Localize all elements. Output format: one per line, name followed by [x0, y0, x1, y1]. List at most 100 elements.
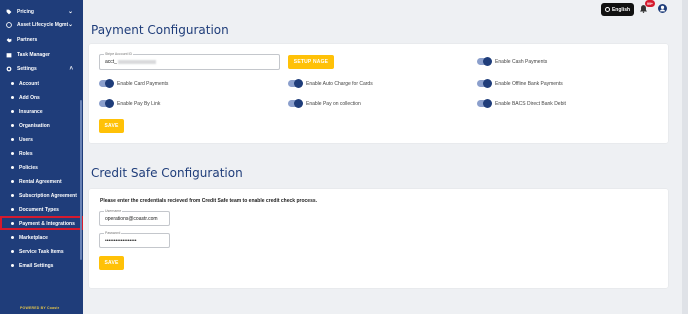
sidebar-item-users[interactable]: Users	[0, 133, 83, 146]
sidebar-item-email-settings[interactable]: Email Settings	[0, 259, 83, 272]
bullet-icon	[11, 152, 14, 155]
sidebar-item-label: Settings	[17, 65, 37, 72]
active-item-highlight	[0, 216, 83, 230]
tag-icon	[6, 9, 12, 14]
toggle-auto-charge-cards[interactable]: Enable Auto Charge for Cards	[288, 79, 373, 88]
sidebar-scrollbar[interactable]	[80, 100, 82, 260]
sidebar-item-settings[interactable]: Settings ˄	[0, 62, 83, 75]
toggle-switch[interactable]	[99, 99, 114, 108]
sidebar-item-label: Organisation	[19, 122, 50, 129]
sidebar-item-document-types[interactable]: Document Types	[0, 203, 83, 216]
sidebar-item-policies[interactable]: Policies	[0, 161, 83, 174]
credit-safe-card: Please enter the credentials recieved fr…	[89, 189, 668, 288]
bullet-icon	[11, 82, 14, 85]
sidebar-item-label: Task Manager	[17, 51, 50, 58]
username-field[interactable]: Username operations@coastr.com	[99, 209, 170, 226]
sidebar-item-account[interactable]: Account	[0, 77, 83, 90]
user-account-icon[interactable]	[658, 4, 667, 13]
payment-config-title: Payment Configuration	[91, 23, 229, 37]
language-label: English	[611, 6, 631, 13]
password-label: Password	[104, 231, 122, 235]
sidebar-item-rental-agreement[interactable]: Rental Agreement	[0, 175, 83, 188]
globe-icon	[604, 7, 610, 12]
sidebar-item-marketplace[interactable]: Marketplace	[0, 231, 83, 244]
bullet-icon	[11, 194, 14, 197]
toggle-label: Enable Card Payments	[117, 80, 169, 87]
bullet-icon	[11, 264, 14, 267]
gear-icon	[6, 66, 12, 71]
sidebar-item-label: Subscription Agreement	[19, 192, 77, 199]
stripe-account-label: Stripe Account ID	[104, 52, 134, 56]
handshake-icon	[6, 37, 12, 42]
credit-safe-title: Credit Safe Configuration	[91, 166, 243, 180]
toggle-offline-bank-payments[interactable]: Enable Offline Bank Payments	[477, 79, 563, 88]
toggle-switch[interactable]	[477, 79, 492, 88]
clipboard-icon	[6, 52, 12, 57]
stripe-account-value: acct_	[105, 59, 156, 65]
sidebar-item-label: Document Types	[19, 206, 59, 213]
bullet-icon	[11, 180, 14, 183]
credit-safe-info: Please enter the credentials recieved fr…	[100, 198, 318, 204]
sidebar-item-label: Account	[19, 80, 39, 87]
language-button[interactable]: English	[601, 3, 634, 16]
sidebar-item-label: Add Ons	[19, 94, 40, 101]
sidebar-item-label: Pricing	[17, 8, 34, 15]
sidebar-item-roles[interactable]: Roles	[0, 147, 83, 160]
toggle-pay-by-link[interactable]: Enable Pay By Link	[99, 99, 161, 108]
sidebar-item-insurance[interactable]: Insurance	[0, 105, 83, 118]
sidebar-item-label: Rental Agreement	[19, 178, 62, 185]
redacted-text	[117, 59, 156, 64]
password-value: ••••••••••••••••••	[105, 238, 137, 244]
bullet-icon	[11, 96, 14, 99]
sidebar: Pricing ⌄ Asset Lifecycle Mgmt ⌄ Partner…	[0, 0, 83, 314]
bullet-icon	[11, 166, 14, 169]
sidebar-item-label: Asset Lifecycle Mgmt	[17, 21, 69, 28]
sidebar-item-label: Policies	[19, 164, 38, 171]
sidebar-item-label: Marketplace	[19, 234, 48, 241]
toggle-label: Enable Cash Payments	[495, 58, 548, 65]
toggle-card-payments[interactable]: Enable Card Payments	[99, 79, 169, 88]
sidebar-item-organisation[interactable]: Organisation	[0, 119, 83, 132]
toggle-switch[interactable]	[288, 99, 303, 108]
toggle-bacs-direct-debit[interactable]: Enable BACS Direct Bank Debit	[477, 99, 566, 108]
sidebar-item-partners[interactable]: Partners	[0, 33, 83, 46]
bullet-icon	[11, 138, 14, 141]
sidebar-item-task-manager[interactable]: Task Manager	[0, 48, 83, 61]
bullet-icon	[11, 236, 14, 239]
page-scrollbar-track	[682, 0, 688, 314]
sidebar-item-label: Roles	[19, 150, 33, 157]
toggle-label: Enable Auto Charge for Cards	[306, 80, 373, 87]
toggle-label: Enable BACS Direct Bank Debit	[495, 100, 566, 107]
sidebar-item-pricing[interactable]: Pricing ⌄	[0, 5, 83, 18]
sidebar-item-label: Users	[19, 136, 33, 143]
password-field[interactable]: Password ••••••••••••••••••	[99, 231, 170, 248]
payment-config-card: Stripe Account ID acct_ SETUP NAGE Enabl…	[89, 44, 668, 143]
sidebar-item-add-ons[interactable]: Add Ons	[0, 91, 83, 104]
bullet-icon	[11, 208, 14, 211]
recycle-icon	[6, 21, 12, 28]
payment-save-button[interactable]: SAVE	[99, 119, 124, 133]
toggle-pay-on-collection[interactable]: Enable Pay on collection	[288, 99, 361, 108]
credit-safe-save-button[interactable]: SAVE	[99, 256, 124, 270]
notification-badge: 99+	[645, 0, 655, 7]
powered-by-logo: POWERED BY Coastr	[20, 306, 60, 310]
toggle-label: Enable Offline Bank Payments	[495, 80, 563, 87]
sidebar-item-subscription-agreement[interactable]: Subscription Agreement	[0, 189, 83, 202]
toggle-switch[interactable]	[288, 79, 303, 88]
sidebar-item-label: Email Settings	[19, 262, 54, 269]
sidebar-item-service-task-items[interactable]: Service Task Items	[0, 245, 83, 258]
toggle-label: Enable Pay By Link	[117, 100, 161, 107]
chevron-down-icon: ⌄	[67, 9, 73, 15]
toggle-switch[interactable]	[99, 79, 114, 88]
sidebar-item-asset-lifecycle[interactable]: Asset Lifecycle Mgmt ⌄	[0, 18, 83, 31]
sidebar-item-label: Service Task Items	[19, 248, 64, 255]
setup-page-button[interactable]: SETUP NAGE	[288, 55, 334, 69]
chevron-down-icon: ⌄	[67, 22, 73, 28]
stripe-account-field[interactable]: Stripe Account ID acct_	[99, 52, 280, 70]
toggle-cash-payments[interactable]: Enable Cash Payments	[477, 57, 548, 66]
toggle-switch[interactable]	[477, 99, 492, 108]
chevron-up-icon: ˄	[69, 65, 73, 72]
sidebar-item-label: Partners	[17, 36, 38, 43]
username-value: operations@coastr.com	[105, 216, 158, 222]
toggle-switch[interactable]	[477, 57, 492, 66]
